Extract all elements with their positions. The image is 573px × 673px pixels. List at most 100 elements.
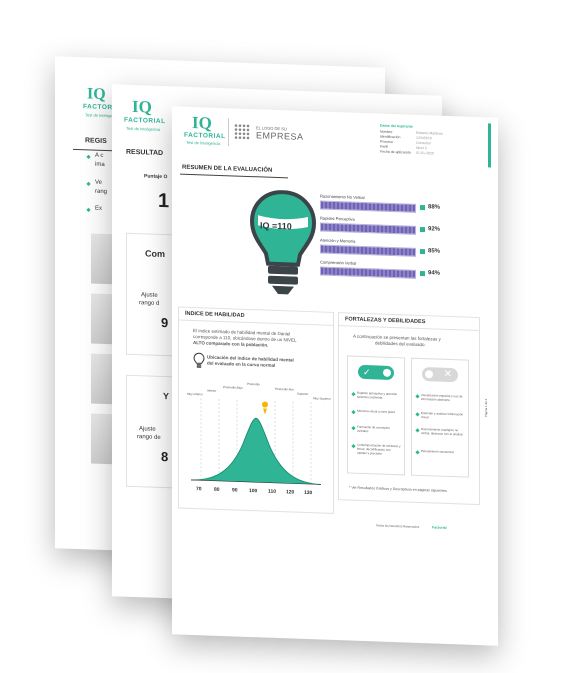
front-logo-name: FACTORIAL <box>184 131 226 141</box>
cross-icon: ✕ <box>443 368 452 381</box>
strength-bullet-1 <box>351 392 356 397</box>
check-icon: ✓ <box>363 366 371 378</box>
small-bulb-icon <box>193 352 205 368</box>
back-bullet-3 <box>86 207 91 213</box>
footer-brand: Factorial <box>432 525 447 530</box>
bar-4-percent: 94% <box>428 270 441 277</box>
cat-5: Promedio Alto <box>275 386 294 392</box>
tick-90: 90 <box>232 487 238 494</box>
tick-130: 130 <box>304 489 313 497</box>
page-number: Página 1 de 4 <box>484 398 488 418</box>
mid-logo-iq: IQ <box>132 96 152 117</box>
weakness-bullet-4 <box>415 450 420 455</box>
back-bullet-1 <box>86 154 91 160</box>
front-logo-tagline: Test de Inteligencia <box>186 139 221 146</box>
ability-index-card: ÍNDICE DE HABILIDAD El índice estimado d… <box>178 306 334 514</box>
back-logo-iq: IQ <box>87 85 106 104</box>
bar-label-2: Rapidez Perceptiva <box>320 215 355 222</box>
cat-2: Inferior <box>207 388 217 393</box>
mid-card2-text1: Ajuste <box>139 426 156 433</box>
cat-4: Promedio <box>247 381 260 387</box>
mid-card2-title: Y <box>163 391 170 402</box>
lightbulb-icon <box>249 190 317 295</box>
header-divider <box>228 118 229 147</box>
field-value-4: Nivel 3 <box>416 145 427 151</box>
check-toggle-icon: ✓ <box>358 364 394 381</box>
field-label-5: Fecha de aplicación <box>380 149 412 155</box>
bar-3-marker <box>420 248 425 255</box>
back-line-5: Ex <box>95 205 103 212</box>
toggle-knob-on <box>383 368 391 377</box>
mid-card2-text2: rango de <box>137 434 161 441</box>
cat-6: Superior <box>297 391 309 397</box>
mid-card2-value: 8 <box>161 448 169 465</box>
mid-card1-text1: Ajuste <box>141 292 158 299</box>
tick-110: 110 <box>268 488 277 495</box>
bar-label-1: Razonamiento No Verbal <box>320 193 365 201</box>
back-line-4: rang <box>95 188 108 196</box>
bar-4 <box>320 266 416 279</box>
cat-1: Muy Inferior <box>187 391 203 397</box>
mid-card1-text2: rango d <box>139 300 160 307</box>
strength-bullet-2 <box>351 410 356 415</box>
back-image-3 <box>91 353 113 405</box>
weakness-3: Razonamiento analógico no verbal, abstra… <box>421 427 463 437</box>
accent-stripe <box>488 123 491 168</box>
applicant-section: Datos del Aspirante <box>380 123 413 129</box>
cross-toggle-icon: ✕ <box>422 367 458 383</box>
cat-3: Promedio Bajo <box>223 385 243 390</box>
mid-big-score: 1 <box>158 189 170 213</box>
bar-3 <box>320 244 416 257</box>
strength-1: Rapidez perceptiva y atención selectiva … <box>357 390 398 400</box>
bar-1-marker <box>420 204 425 211</box>
field-label-1: Nombre <box>380 129 393 135</box>
mid-logo-name: FACTORIAL <box>124 116 166 126</box>
back-image-2 <box>91 293 113 345</box>
strengths-card: FORTALEZAS Y DEBILIDADES A continuación … <box>338 312 480 506</box>
field-label-4: Perfil <box>380 144 388 149</box>
strengths-intro-2: debilidades del evaluado. <box>375 340 426 348</box>
strength-bullet-3 <box>351 426 356 431</box>
strengths-column: ✓ Rapidez perceptiva y atención selectiv… <box>347 355 405 476</box>
weakness-2: Entender y analizar información visual <box>421 411 464 420</box>
weakness-1: Visualización espacial y uso de informac… <box>421 393 463 403</box>
field-label-3: Proceso <box>380 139 393 145</box>
back-line-1: A c <box>95 152 104 159</box>
bar-3-percent: 85% <box>428 248 441 255</box>
bar-2-marker <box>420 226 425 233</box>
weakness-bullet-2 <box>415 412 420 417</box>
summary-underline <box>180 173 288 179</box>
field-value-5: 01-01-2020 <box>416 150 434 156</box>
tick-100: 100 <box>249 487 258 495</box>
field-value-2: 12345678 <box>416 135 432 141</box>
mid-card1-value: 9 <box>161 314 169 331</box>
strength-2: Memoria visual a corto plazo <box>357 408 396 415</box>
back-title: REGIS <box>85 137 107 146</box>
company-logo-mark <box>234 124 250 140</box>
tick-70: 70 <box>196 486 202 493</box>
weakness-bullet-3 <box>415 428 420 433</box>
normal-curve <box>190 398 322 486</box>
mid-subtitle: Puntaje O <box>144 173 168 181</box>
bar-1-percent: 88% <box>428 204 441 211</box>
toggle-knob-off <box>425 370 433 379</box>
back-image-1 <box>91 233 113 285</box>
weakness-bullet-1 <box>415 394 420 399</box>
back-line-2: ima <box>95 161 105 168</box>
bar-2 <box>320 222 416 235</box>
bar-4-marker <box>420 270 425 277</box>
bar-label-4: Comprensión Verbal <box>320 259 357 266</box>
iq-label: IQ =110 <box>260 220 292 232</box>
bar-label-3: Atención y Memoria <box>320 237 356 244</box>
footnote: * Ver Resultados Gráficos y Descriptivos… <box>349 485 448 493</box>
mid-logo-tagline: Test de Inteligencia <box>126 125 161 132</box>
back-line-3: Ve <box>95 179 103 186</box>
summary-title: RESUMEN DE LA EVALUACIÓN <box>182 164 273 174</box>
strength-4: Contemporización de símbolos y letras; d… <box>357 442 401 456</box>
strength-bullet-4 <box>351 444 356 449</box>
mid-card1-title: Com <box>145 248 165 260</box>
field-label-2: Identificación <box>380 134 401 140</box>
strength-3: Formación de conceptos verbales <box>357 424 390 434</box>
front-logo-iq: IQ <box>192 113 212 133</box>
tick-80: 80 <box>214 486 220 493</box>
